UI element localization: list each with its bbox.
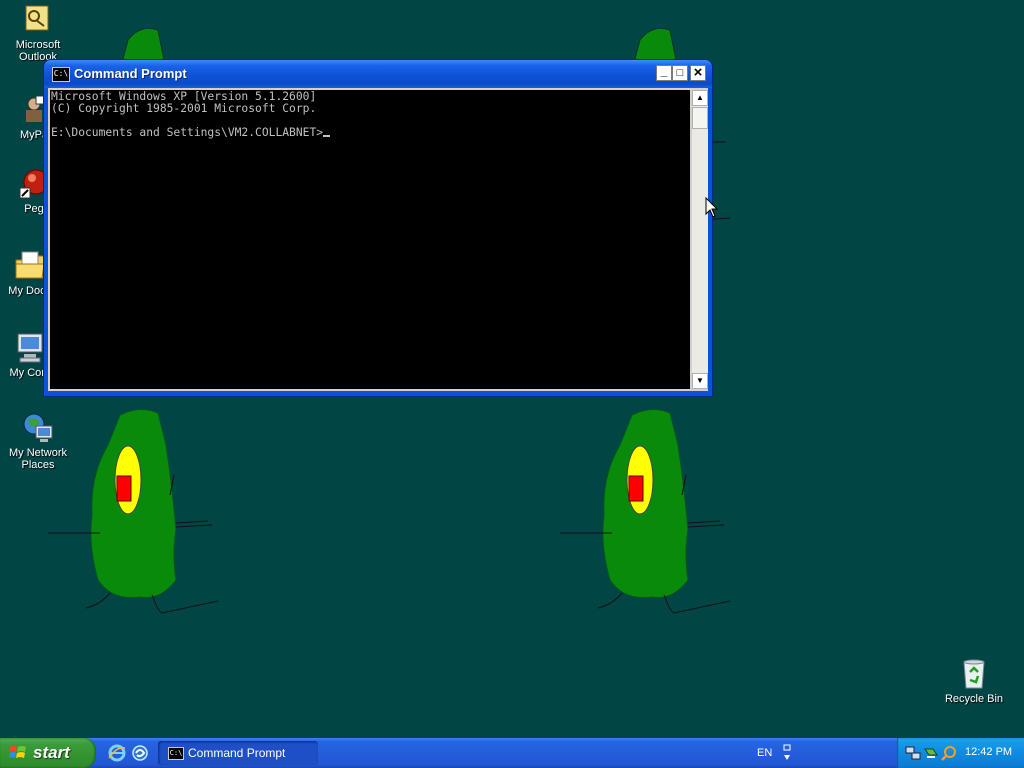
wallpaper-creature-bottom-right xyxy=(560,409,731,614)
console-prompt: E:\Documents and Settings\VM2.COLLABNET> xyxy=(51,126,324,139)
network-places-icon xyxy=(22,412,54,444)
text-cursor xyxy=(323,135,331,137)
system-tray: 12:42 PM xyxy=(897,738,1024,768)
console-app-icon: C:\ xyxy=(168,747,184,760)
desktop-icon-outlook[interactable]: Microsoft Outlook xyxy=(0,4,76,63)
console-output[interactable]: Microsoft Windows XP [Version 5.1.2600] … xyxy=(50,90,690,389)
window-client-area: Microsoft Windows XP [Version 5.1.2600] … xyxy=(48,88,708,391)
console-line: (C) Copyright 1985-2001 Microsoft Corp. xyxy=(51,102,317,115)
internet-explorer-icon[interactable] xyxy=(108,744,126,762)
scroll-up-arrow-icon[interactable]: ▲ xyxy=(692,90,708,106)
window-titlebar[interactable]: C:\ Command Prompt _ □ × xyxy=(44,60,712,88)
my-documents-icon xyxy=(14,250,46,282)
outlook-express-icon[interactable] xyxy=(131,744,149,762)
taskbar-button-label: Command Prompt xyxy=(188,746,286,760)
taskbar-button-command-prompt[interactable]: C:\ Command Prompt xyxy=(158,741,318,765)
scroll-thumb[interactable] xyxy=(692,107,708,129)
desktop-icon-label: My Network Places xyxy=(8,447,68,471)
console-app-icon[interactable]: C:\ xyxy=(52,67,70,82)
vertical-scrollbar[interactable]: ▲ ▼ xyxy=(692,90,708,389)
network-connection-icon[interactable] xyxy=(905,745,921,761)
safely-remove-hardware-icon[interactable] xyxy=(923,745,939,761)
windows-flag-icon xyxy=(9,746,26,758)
mouse-pointer-icon xyxy=(705,197,719,218)
desktop-icon-recycle-bin[interactable]: Recycle Bin xyxy=(936,658,1012,705)
window-title: Command Prompt xyxy=(74,66,187,81)
minimize-button[interactable]: _ xyxy=(656,65,672,81)
maximize-button[interactable]: □ xyxy=(672,65,688,81)
scroll-down-arrow-icon[interactable]: ▼ xyxy=(692,373,708,389)
start-button[interactable]: start xyxy=(0,738,96,768)
language-indicator[interactable]: EN xyxy=(757,747,772,759)
desktop-icon-label: Recycle Bin xyxy=(944,693,1004,705)
command-prompt-window[interactable]: C:\ Command Prompt _ □ × Microsoft Windo… xyxy=(44,60,712,396)
taskbar: start C:\ Command Prompt EN 12:42 PM xyxy=(0,738,1024,768)
my-computer-icon xyxy=(14,332,46,364)
recycle-bin-icon xyxy=(958,658,990,690)
desktop: Microsoft Outlook MyPa Peg My Docu My Co… xyxy=(0,0,1024,738)
desktop-icon-network-places[interactable]: My Network Places xyxy=(0,412,76,471)
outlook-icon xyxy=(22,4,54,36)
search-icon[interactable] xyxy=(941,745,957,761)
close-button[interactable]: × xyxy=(690,65,706,81)
language-bar-restore-icon[interactable] xyxy=(782,743,792,763)
clock[interactable]: 12:42 PM xyxy=(965,746,1012,758)
start-label: start xyxy=(33,743,70,762)
